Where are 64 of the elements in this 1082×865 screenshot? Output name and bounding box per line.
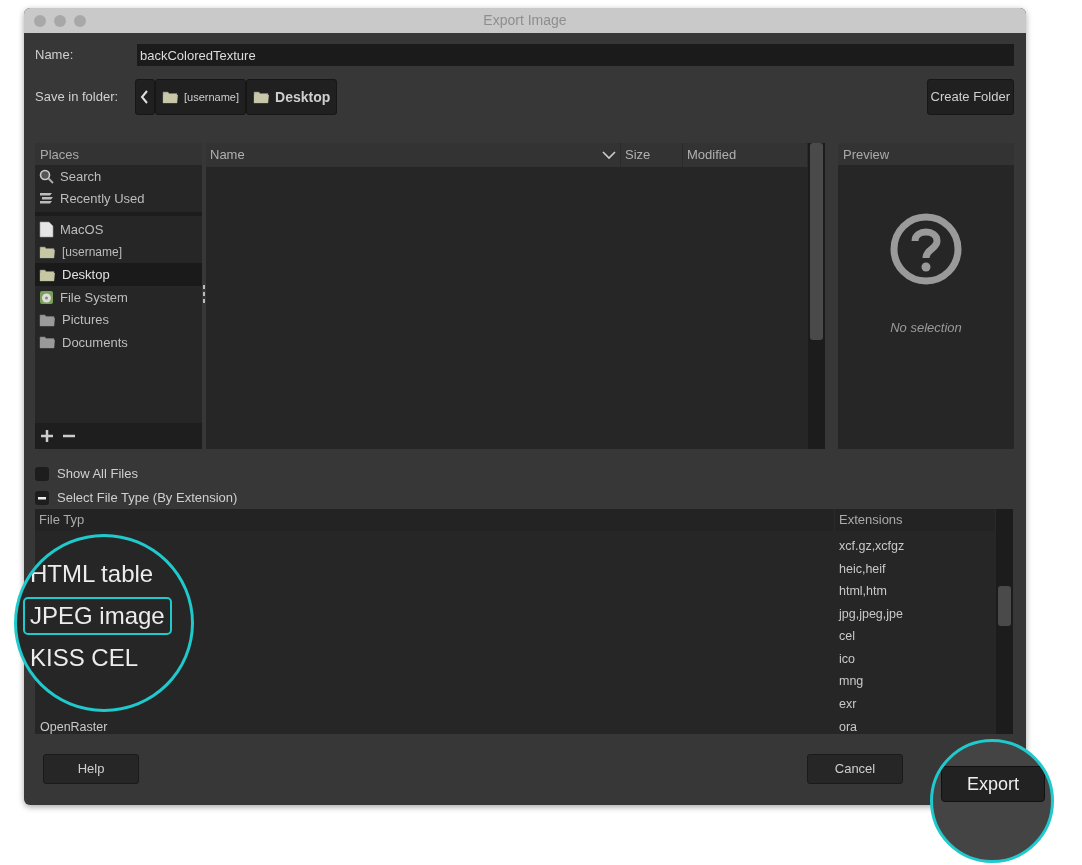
path-button[interactable]: [username] [155, 79, 247, 115]
minus-icon [38, 494, 46, 502]
sidebar-item[interactable]: Documents [35, 331, 202, 354]
folder-icon [162, 90, 179, 104]
checkbox-label: Show All Files [57, 465, 138, 484]
table-cell[interactable]: html,htm [839, 584, 887, 599]
column-header[interactable]: Extensions [835, 509, 996, 531]
list-item[interactable]: HTML table [23, 555, 161, 593]
back-button[interactable] [135, 79, 155, 115]
sidebar-item[interactable]: Pictures [35, 308, 202, 332]
resize-grip-icon[interactable] [202, 285, 206, 305]
window-title: Export Image [483, 12, 567, 28]
question-mark-icon [889, 212, 963, 286]
export-button[interactable]: Export [941, 766, 1045, 802]
sidebar-item[interactable]: Recently Used [35, 187, 202, 211]
cancel-button[interactable]: Cancel [807, 754, 903, 784]
table-cell[interactable]: mng [839, 674, 864, 689]
chevron-left-icon [140, 90, 150, 104]
list-item[interactable]: KISS CEL [23, 639, 146, 677]
table-cell[interactable]: cel [839, 629, 855, 644]
column-header[interactable]: File Typ [35, 509, 835, 531]
list-item[interactable]: JPEG image [23, 597, 172, 635]
folder-icon [39, 335, 56, 350]
sidebar-item[interactable]: [username] [35, 240, 202, 264]
preview-message: No selection [890, 319, 962, 337]
column-header[interactable]: Size [621, 143, 683, 167]
sidebar-item[interactable]: Search [35, 165, 202, 188]
scrollbar[interactable] [996, 509, 1013, 734]
sidebar-item[interactable]: File System [35, 285, 202, 309]
window-control[interactable] [74, 14, 86, 27]
table-cell[interactable]: jpg,jpeg,jpe [839, 606, 903, 621]
help-button[interactable]: Help [43, 754, 139, 784]
expander-label: Select File Type (By Extension) [57, 489, 238, 508]
folder-icon [39, 312, 56, 327]
sidebar-item[interactable]: Desktop [35, 263, 202, 286]
table-cell[interactable]: exr [839, 697, 857, 712]
table-cell[interactable]: ico [839, 651, 855, 666]
panel-header: Preview [838, 143, 1014, 165]
search-icon [39, 168, 54, 184]
sort-chevron-icon [602, 150, 616, 160]
table-cell[interactable]: ora [839, 719, 858, 734]
panel-header: Places [35, 143, 202, 165]
window-control[interactable] [54, 14, 66, 27]
window-control[interactable] [34, 14, 46, 27]
path-button[interactable]: Desktop [246, 79, 338, 115]
checkbox[interactable] [35, 467, 49, 481]
table-cell[interactable]: xcf.gz,xcfgz [839, 538, 905, 553]
column-header[interactable]: Modified [683, 143, 808, 167]
field-label: Name: [35, 46, 75, 65]
add-icon[interactable] [40, 429, 54, 443]
field-label: Save in folder: [35, 88, 120, 107]
name-field[interactable]: backColoredTexture [137, 44, 1014, 66]
folder-icon [39, 267, 56, 282]
expander-toggle[interactable] [35, 491, 49, 505]
table-cell[interactable]: OpenRaster [40, 719, 108, 734]
create-folder-button[interactable]: Create Folder [926, 79, 1014, 115]
stack-icon [39, 191, 54, 207]
scrollbar[interactable] [808, 143, 825, 449]
sidebar-item[interactable]: MacOS [35, 218, 202, 241]
folder-icon [253, 90, 271, 104]
column-header[interactable]: Name [206, 143, 621, 167]
document-icon [39, 221, 54, 238]
folder-icon [39, 245, 56, 260]
table-cell[interactable]: heic,heif [839, 561, 886, 576]
